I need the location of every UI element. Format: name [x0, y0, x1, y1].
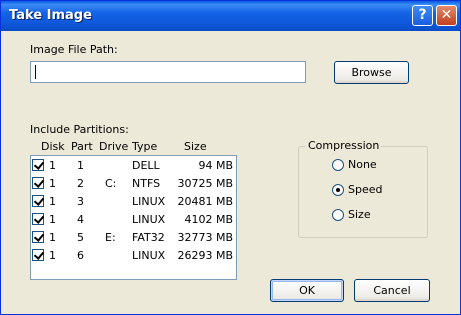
help-icon[interactable]: ?	[412, 5, 433, 26]
ok-button[interactable]: OK	[270, 279, 344, 302]
cancel-button-label: Cancel	[373, 284, 411, 297]
cell-disk: 1	[49, 177, 56, 190]
compression-speed-label[interactable]: Speed	[348, 183, 382, 196]
cell-size: 30725 MB	[177, 177, 233, 190]
cell-drive: C:	[105, 177, 117, 190]
partition-checkbox[interactable]	[32, 195, 44, 207]
compression-size-label[interactable]: Size	[348, 208, 371, 221]
title-bar[interactable]: Take Image ? ✕	[1, 1, 460, 31]
partition-checkbox[interactable]	[32, 249, 44, 261]
cell-disk: 1	[49, 195, 56, 208]
cell-size: 32773 MB	[177, 231, 233, 244]
cell-disk: 1	[49, 249, 56, 262]
cell-size: 20481 MB	[177, 195, 233, 208]
cell-part: 5	[77, 231, 84, 244]
cell-part: 6	[77, 249, 84, 262]
image-path-input[interactable]	[30, 61, 306, 83]
cell-part: 3	[77, 195, 84, 208]
compression-none-label[interactable]: None	[348, 158, 377, 171]
cell-disk: 1	[49, 231, 56, 244]
partition-row[interactable]: 1 5 E: FAT32 32773 MB	[31, 229, 236, 246]
col-size: Size	[184, 140, 207, 153]
compression-none-radio[interactable]	[332, 159, 344, 171]
partition-row[interactable]: 1 2 C: NTFS 30725 MB	[31, 175, 236, 192]
take-image-dialog: Take Image ? ✕ Image File Path: Browse I…	[0, 0, 461, 315]
partition-row[interactable]: 1 4 LINUX 4102 MB	[31, 211, 236, 228]
cell-type: DELL	[132, 159, 160, 172]
partition-checkbox[interactable]	[32, 231, 44, 243]
cell-size: 26293 MB	[177, 249, 233, 262]
cell-type: NTFS	[132, 177, 161, 190]
cell-size: 4102 MB	[184, 213, 233, 226]
partition-checkbox[interactable]	[32, 159, 44, 171]
ok-button-label: OK	[299, 284, 315, 297]
col-disk: Disk	[41, 140, 65, 153]
col-part: Part	[71, 140, 93, 153]
cell-part: 1	[77, 159, 84, 172]
text-caret	[35, 65, 36, 79]
cell-part: 4	[77, 213, 84, 226]
window-title: Take Image	[9, 8, 92, 23]
partition-row[interactable]: 1 1 DELL 94 MB	[31, 157, 236, 174]
cell-drive: E:	[105, 231, 116, 244]
cell-type: LINUX	[132, 249, 166, 262]
partition-checkbox[interactable]	[32, 213, 44, 225]
partition-row[interactable]: 1 3 LINUX 20481 MB	[31, 193, 236, 210]
compression-speed-radio[interactable]	[332, 184, 344, 196]
browse-button-label: Browse	[351, 66, 392, 79]
cell-disk: 1	[49, 159, 56, 172]
cell-type: FAT32	[132, 231, 165, 244]
col-type: Type	[132, 140, 158, 153]
image-path-label: Image File Path:	[30, 43, 118, 56]
cell-part: 2	[77, 177, 84, 190]
close-icon[interactable]: ✕	[436, 5, 457, 26]
browse-button[interactable]: Browse	[334, 61, 409, 84]
col-drive: Drive	[99, 140, 129, 153]
partition-row[interactable]: 1 6 LINUX 26293 MB	[31, 247, 236, 264]
cell-disk: 1	[49, 213, 56, 226]
partition-list[interactable]: 1 1 DELL 94 MB 1 2 C: NTFS 30725 MB 1 3 …	[30, 155, 237, 280]
compression-label: Compression	[306, 139, 382, 152]
cell-type: LINUX	[132, 213, 166, 226]
partition-checkbox[interactable]	[32, 177, 44, 189]
cell-type: LINUX	[132, 195, 166, 208]
cancel-button[interactable]: Cancel	[354, 279, 430, 302]
cell-size: 94 MB	[198, 159, 233, 172]
include-partitions-label: Include Partitions:	[30, 123, 129, 136]
compression-size-radio[interactable]	[332, 209, 344, 221]
